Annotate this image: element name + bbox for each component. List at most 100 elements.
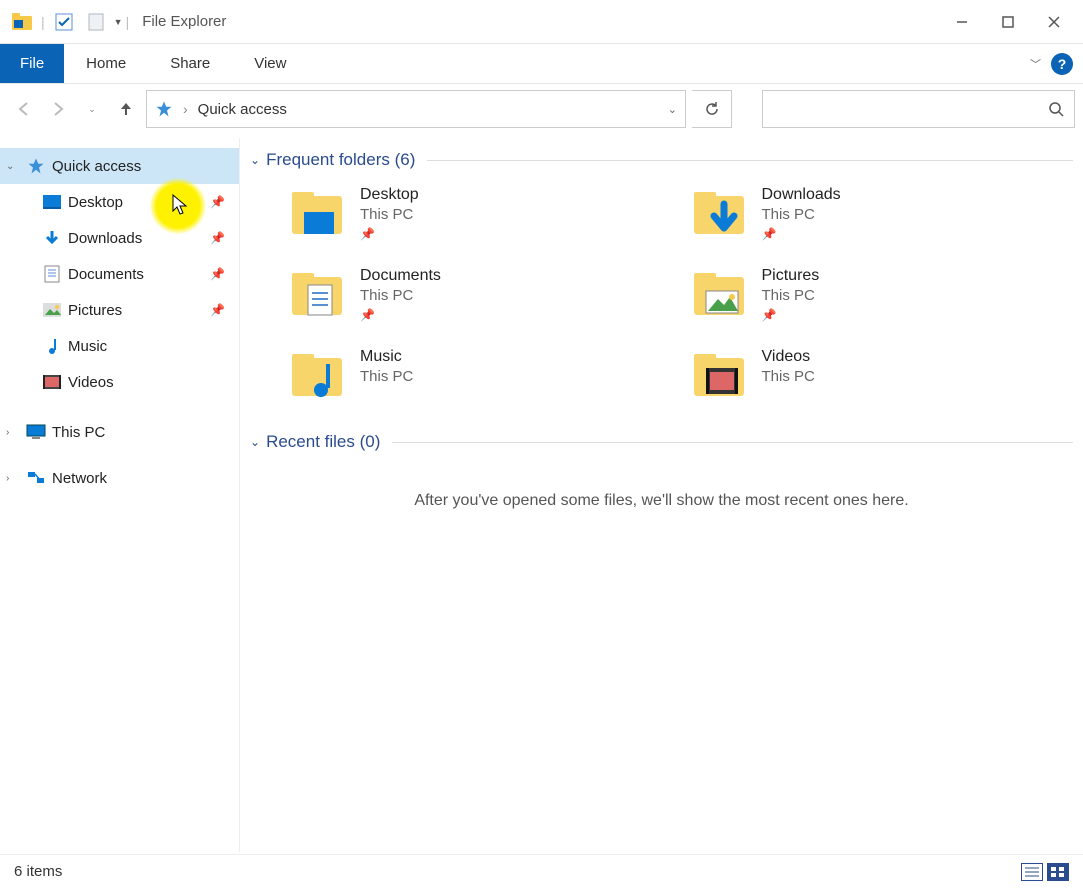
frequent-folders-grid: Desktop This PC 📌 Downloads This PC 📌 <box>290 186 1073 402</box>
properties-qat-icon[interactable] <box>52 10 76 34</box>
chevron-down-icon: ⌄ <box>250 153 260 167</box>
recent-files-header[interactable]: ⌄ Recent files (0) <box>250 432 1073 452</box>
explorer-app-icon <box>10 10 34 34</box>
navigation-row: ⌄ › Quick access ⌄ <box>0 84 1083 138</box>
window-controls <box>939 6 1077 38</box>
sidebar-item-label: Quick access <box>52 158 141 175</box>
pin-icon: 📌 <box>360 227 375 241</box>
sidebar-item-documents[interactable]: Documents 📌 <box>0 256 239 292</box>
sidebar-item-label: This PC <box>52 424 105 441</box>
qat-separator: | <box>126 14 130 30</box>
folder-downloads-icon <box>692 186 746 240</box>
folder-item-documents[interactable]: Documents This PC 📌 <box>290 267 672 322</box>
qat-customize-dropdown-icon[interactable]: ▼ <box>114 17 123 27</box>
ribbon: File Home Share View ﹀ ? <box>0 44 1083 84</box>
sidebar-item-music[interactable]: Music <box>0 328 239 364</box>
folder-location: This PC <box>762 287 820 304</box>
refresh-button[interactable] <box>692 90 732 128</box>
tab-view[interactable]: View <box>232 44 308 83</box>
tab-share[interactable]: Share <box>148 44 232 83</box>
forward-button[interactable] <box>44 95 72 123</box>
folder-location: This PC <box>360 206 419 223</box>
quick-access-star-icon <box>155 100 173 118</box>
folder-location: This PC <box>360 287 441 304</box>
folder-name: Desktop <box>360 186 419 204</box>
documents-icon <box>42 264 62 284</box>
folder-name: Pictures <box>762 267 820 285</box>
close-button[interactable] <box>1031 6 1077 38</box>
sidebar-item-label: Pictures <box>68 302 122 319</box>
section-title: Recent files (0) <box>266 432 380 452</box>
chevron-right-icon[interactable]: › <box>6 427 20 438</box>
network-icon <box>26 468 46 488</box>
new-folder-qat-icon[interactable] <box>84 10 108 34</box>
search-box[interactable] <box>762 90 1075 128</box>
sidebar-item-desktop[interactable]: Desktop 📌 <box>0 184 239 220</box>
help-icon[interactable]: ? <box>1051 53 1073 75</box>
folder-location: This PC <box>762 206 841 223</box>
sidebar-item-label: Network <box>52 470 107 487</box>
folder-documents-icon <box>290 267 344 321</box>
desktop-icon <box>42 192 62 212</box>
recent-locations-dropdown-icon[interactable]: ⌄ <box>78 95 106 123</box>
sidebar-item-pictures[interactable]: Pictures 📌 <box>0 292 239 328</box>
folder-item-pictures[interactable]: Pictures This PC 📌 <box>692 267 1074 322</box>
chevron-right-icon[interactable]: › <box>6 473 20 484</box>
folder-name: Music <box>360 348 413 366</box>
pin-icon: 📌 <box>762 308 777 322</box>
folder-desktop-icon <box>290 186 344 240</box>
frequent-folders-header[interactable]: ⌄ Frequent folders (6) <box>250 150 1073 170</box>
folder-location: This PC <box>360 368 413 385</box>
sidebar-this-pc[interactable]: › This PC <box>0 414 239 450</box>
quick-access-star-icon <box>26 156 46 176</box>
folder-pictures-icon <box>692 267 746 321</box>
address-dropdown-icon[interactable]: ⌄ <box>668 103 677 116</box>
folder-item-downloads[interactable]: Downloads This PC 📌 <box>692 186 1074 241</box>
recent-files-empty-message: After you've opened some files, we'll sh… <box>250 492 1073 510</box>
back-button[interactable] <box>10 95 38 123</box>
videos-icon <box>42 372 62 392</box>
folder-videos-icon <box>692 348 746 402</box>
sidebar-item-label: Music <box>68 338 107 355</box>
tab-home[interactable]: Home <box>64 44 148 83</box>
thumbnails-view-toggle-icon[interactable] <box>1047 863 1069 881</box>
sidebar-item-label: Documents <box>68 266 144 283</box>
pictures-icon <box>42 300 62 320</box>
file-menu[interactable]: File <box>0 44 64 83</box>
content-area: ⌄ Frequent folders (6) Desktop This PC 📌 <box>240 138 1083 852</box>
sidebar-item-videos[interactable]: Videos <box>0 364 239 400</box>
folder-music-icon <box>290 348 344 402</box>
up-button[interactable] <box>112 95 140 123</box>
chevron-down-icon: ⌄ <box>250 435 260 449</box>
chevron-down-icon[interactable]: ⌄ <box>6 161 20 172</box>
downloads-icon <box>42 228 62 248</box>
music-icon <box>42 336 62 356</box>
sidebar-network[interactable]: › Network <box>0 460 239 496</box>
maximize-button[interactable] <box>985 6 1031 38</box>
details-view-toggle-icon[interactable] <box>1021 863 1043 881</box>
folder-name: Documents <box>360 267 441 285</box>
search-icon <box>1048 101 1064 117</box>
folder-item-music[interactable]: Music This PC <box>290 348 672 402</box>
sidebar-quick-access[interactable]: ⌄ Quick access <box>0 148 239 184</box>
pin-icon: 📌 <box>762 227 777 241</box>
status-item-count: 6 items <box>14 863 62 880</box>
ribbon-collapse-icon[interactable]: ﹀ <box>1030 56 1041 72</box>
sidebar-item-label: Downloads <box>68 230 142 247</box>
navigation-pane: ⌄ Quick access Desktop 📌 Downloads 📌 Doc… <box>0 138 240 852</box>
pin-icon: 📌 <box>210 267 225 281</box>
pin-icon: 📌 <box>360 308 375 322</box>
breadcrumb-current[interactable]: Quick access <box>198 101 287 118</box>
this-pc-icon <box>26 422 46 442</box>
sidebar-item-downloads[interactable]: Downloads 📌 <box>0 220 239 256</box>
status-bar: 6 items <box>0 854 1083 888</box>
breadcrumb-separator-icon: › <box>183 101 188 117</box>
folder-name: Videos <box>762 348 815 366</box>
address-bar[interactable]: › Quick access ⌄ <box>146 90 686 128</box>
folder-item-desktop[interactable]: Desktop This PC 📌 <box>290 186 672 241</box>
qat-separator: | <box>41 14 45 30</box>
folder-item-videos[interactable]: Videos This PC <box>692 348 1074 402</box>
pin-icon: 📌 <box>210 231 225 245</box>
minimize-button[interactable] <box>939 6 985 38</box>
sidebar-item-label: Videos <box>68 374 114 391</box>
